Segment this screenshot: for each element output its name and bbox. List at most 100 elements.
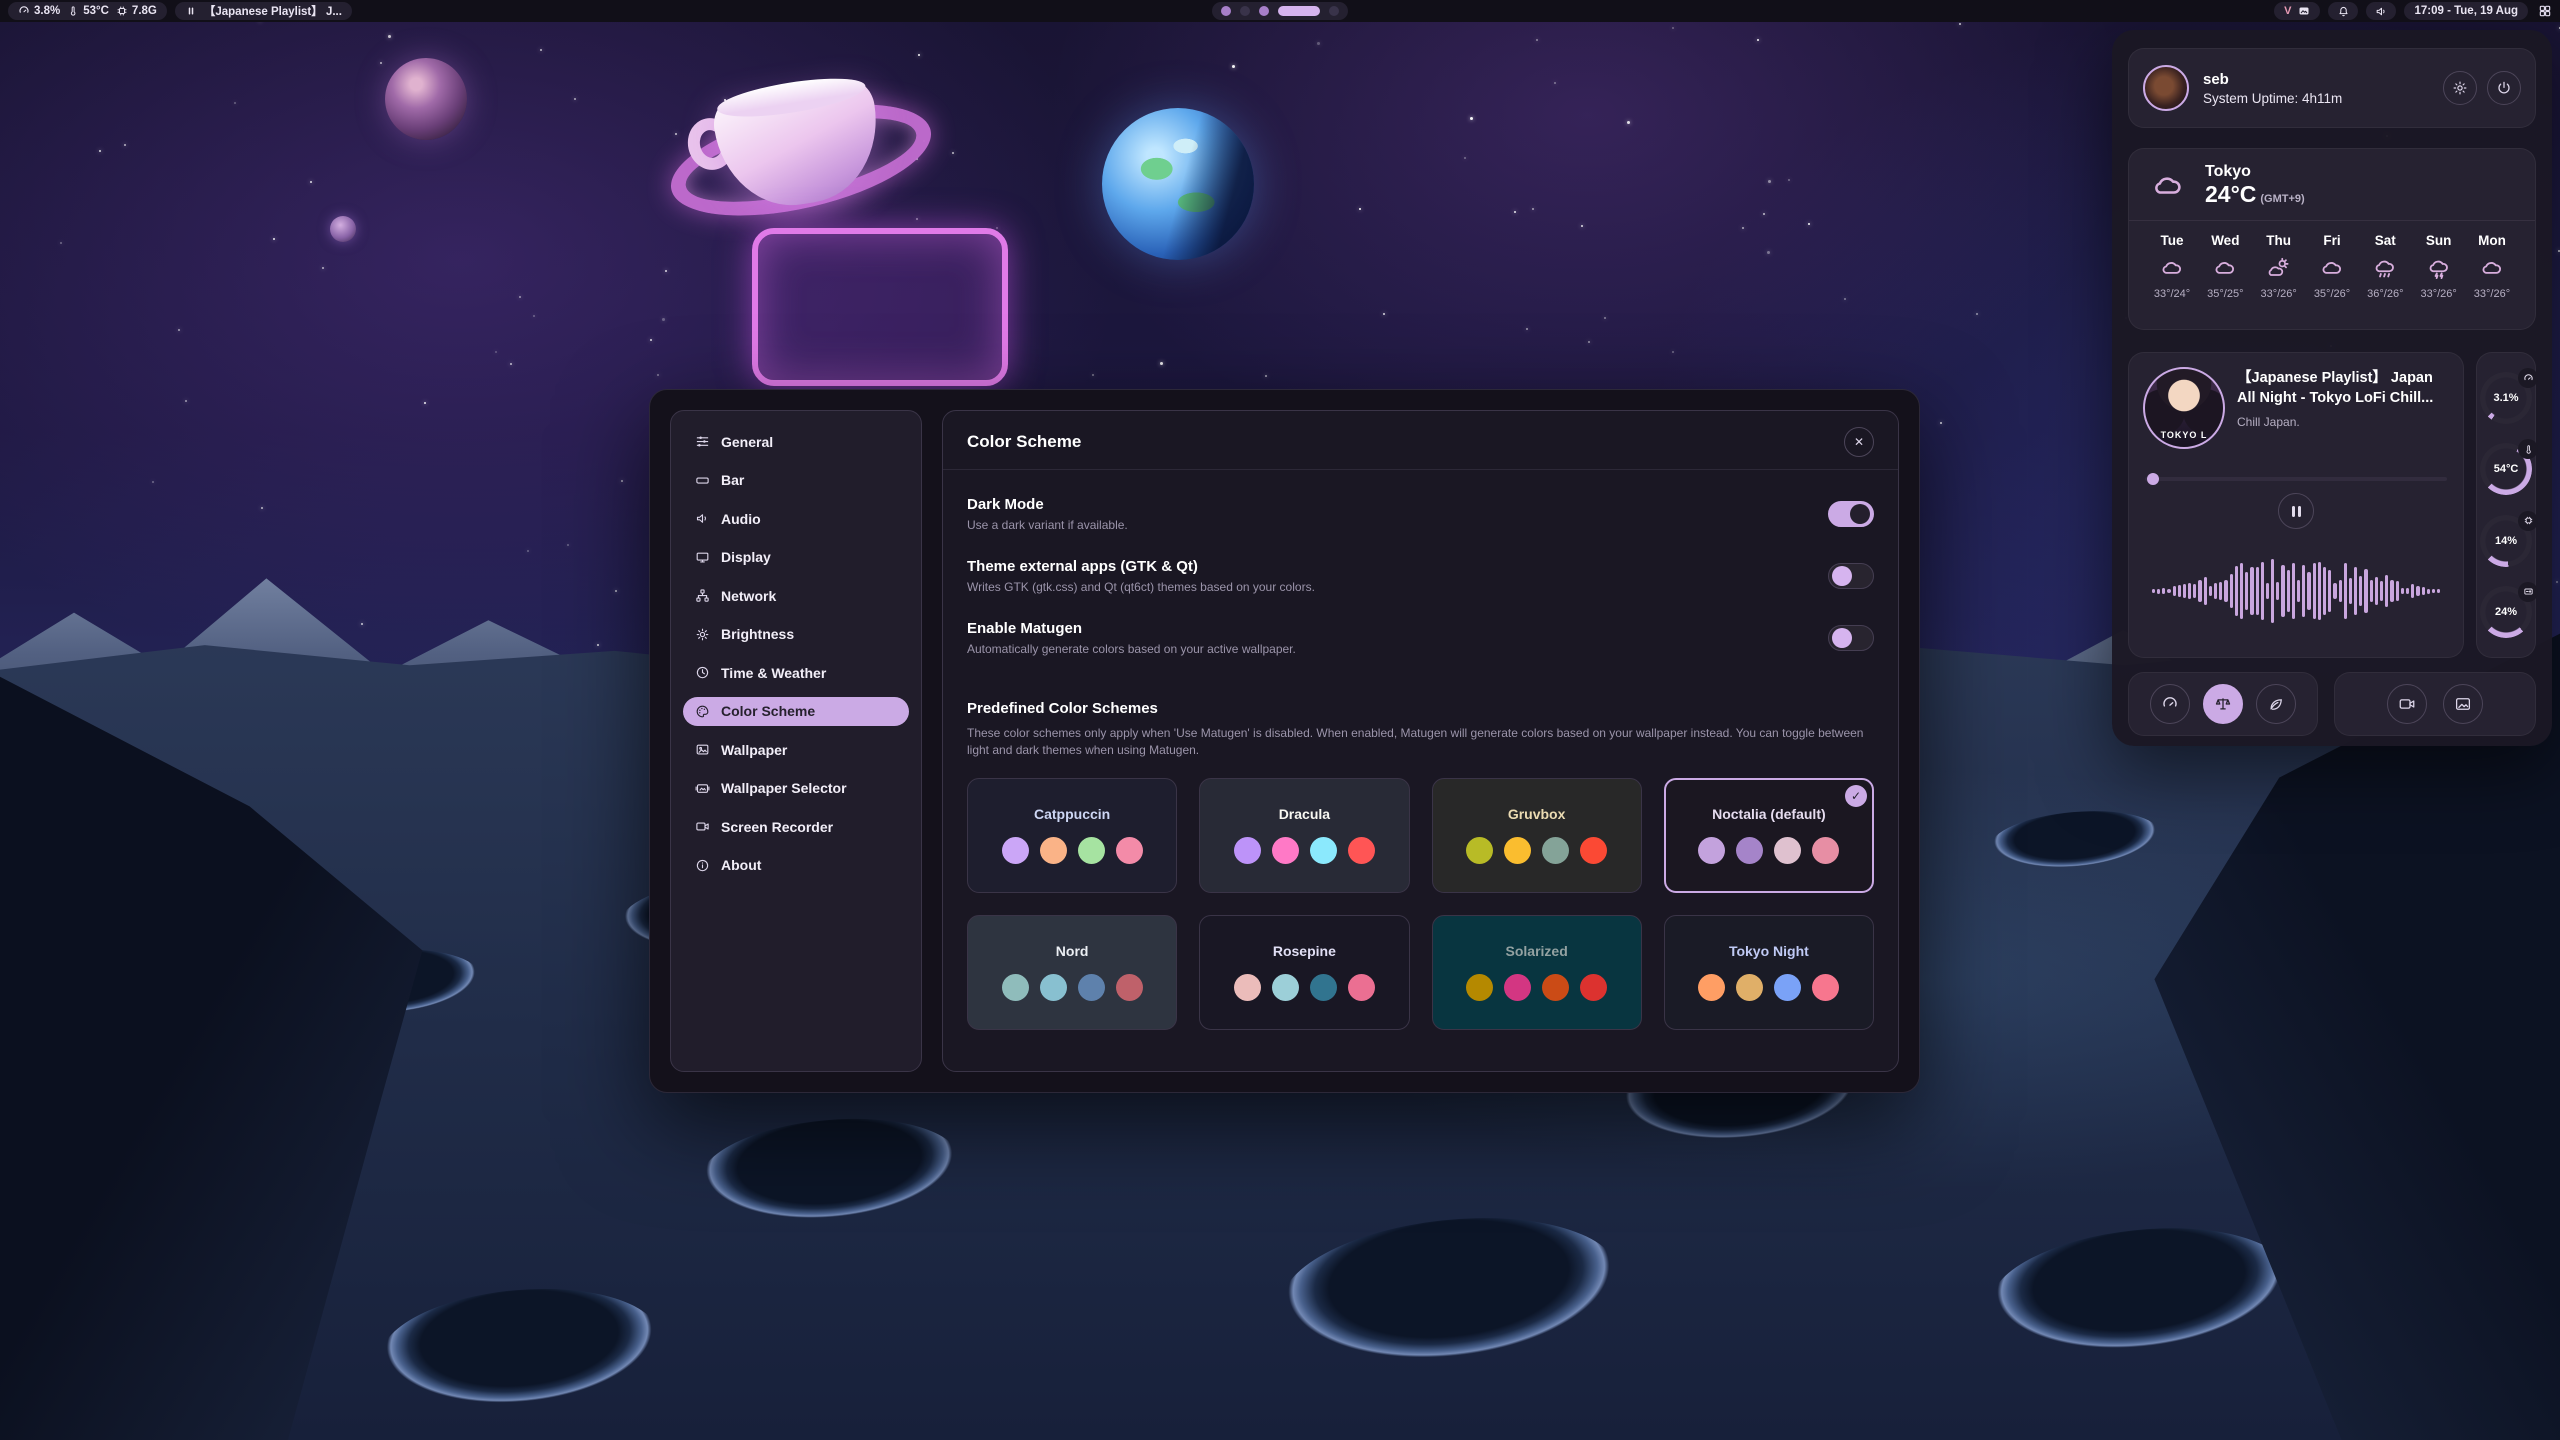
settings-sidebar: General Bar Audio Display Network Bright… xyxy=(670,410,922,1072)
sidebar-item-brightness[interactable]: Brightness xyxy=(683,620,909,649)
tray-app-icon[interactable]: V xyxy=(2284,5,2291,17)
viz-bar xyxy=(2152,589,2155,593)
color-swatch xyxy=(1580,837,1607,864)
dashboard-icon[interactable] xyxy=(2538,4,2552,18)
star xyxy=(178,329,180,331)
star xyxy=(1554,82,1556,84)
star xyxy=(1757,39,1759,41)
workspace-dot-empty[interactable] xyxy=(1240,6,1250,16)
viz-bar xyxy=(2188,583,2191,599)
scheme-card-tokyo-night[interactable]: Tokyo Night✓ xyxy=(1664,915,1874,1030)
scheme-swatches xyxy=(1234,974,1375,1001)
system-tray[interactable]: V xyxy=(2274,2,2320,20)
star xyxy=(185,400,187,402)
weather-icon xyxy=(2426,255,2452,281)
scheme-card-rosepine[interactable]: Rosepine✓ xyxy=(1199,915,1409,1030)
workspace-dot-empty[interactable] xyxy=(1329,6,1339,16)
star xyxy=(996,227,998,229)
volume-button[interactable] xyxy=(2366,2,2396,20)
toggle-knob xyxy=(1850,504,1870,524)
weather-icon xyxy=(2479,255,2505,281)
sidebar-item-wallpaper[interactable]: Wallpaper xyxy=(683,735,909,764)
pause-icon xyxy=(185,5,197,17)
workspace-indicator[interactable] xyxy=(1212,2,1348,20)
sidebar-item-bar[interactable]: Bar xyxy=(683,466,909,495)
image-icon xyxy=(2454,695,2472,713)
settings-window: General Bar Audio Display Network Bright… xyxy=(649,389,1920,1093)
workspace-dot-active[interactable] xyxy=(1278,6,1320,16)
media-chip[interactable]: 【Japanese Playlist】 J... xyxy=(175,2,352,20)
sidebar-item-network[interactable]: Network xyxy=(683,581,909,610)
scheme-card-noctalia[interactable]: Noctalia (default)✓ xyxy=(1664,778,1874,893)
color-swatch xyxy=(1348,974,1375,1001)
sidebar-item-color-scheme[interactable]: Color Scheme xyxy=(683,697,909,726)
power-button[interactable] xyxy=(2487,71,2521,105)
enable-matugen-toggle[interactable] xyxy=(1828,625,1874,651)
sidebar-item-general[interactable]: General xyxy=(683,427,909,456)
star xyxy=(388,35,391,38)
viz-bar xyxy=(2297,580,2300,602)
workspace-dot-occupied[interactable] xyxy=(1259,6,1269,16)
neon-sign xyxy=(752,228,1008,386)
notifications-button[interactable] xyxy=(2328,2,2358,20)
pause-icon xyxy=(2292,506,2295,517)
powersave-profile-button[interactable] xyxy=(2256,684,2296,724)
color-swatch xyxy=(1078,837,1105,864)
disk-icon xyxy=(2518,582,2538,602)
scheme-card-dracula[interactable]: Dracula✓ xyxy=(1199,778,1409,893)
balanced-profile-button[interactable] xyxy=(2203,684,2243,724)
viz-bar xyxy=(2380,581,2383,602)
sidebar-item-screen-recorder[interactable]: Screen Recorder xyxy=(683,812,909,841)
scheme-card-gruvbox[interactable]: Gruvbox✓ xyxy=(1432,778,1642,893)
star xyxy=(662,318,665,321)
color-swatch xyxy=(1348,837,1375,864)
progress-knob[interactable] xyxy=(2147,473,2159,485)
sidebar-label: Display xyxy=(721,549,771,565)
close-button[interactable]: ✕ xyxy=(1844,427,1874,457)
screen-record-button[interactable] xyxy=(2387,684,2427,724)
viz-bar xyxy=(2266,583,2269,600)
toggle-knob xyxy=(1832,628,1852,648)
color-swatch xyxy=(1504,974,1531,1001)
star xyxy=(361,623,363,625)
weather-city: Tokyo xyxy=(2205,163,2305,181)
star xyxy=(1672,351,1674,353)
star xyxy=(1763,213,1765,215)
wallpaper-tray-icon[interactable] xyxy=(2298,5,2310,17)
clock-pill[interactable]: 17:09 - Tue, 19 Aug xyxy=(2404,2,2528,20)
star xyxy=(1514,211,1516,213)
system-uptime: System Uptime: 4h11m xyxy=(2203,91,2342,106)
workspace-dot-occupied[interactable] xyxy=(1221,6,1231,16)
sidebar-item-audio[interactable]: Audio xyxy=(683,504,909,533)
progress-bar[interactable] xyxy=(2145,477,2447,481)
sidebar-item-display[interactable]: Display xyxy=(683,543,909,572)
system-stats-pill[interactable]: 3.8% 53°C 7.8G xyxy=(8,2,167,20)
sidebar-item-wallpaper-selector[interactable]: Wallpaper Selector xyxy=(683,774,909,803)
crater xyxy=(696,1109,964,1231)
settings-button[interactable] xyxy=(2443,71,2477,105)
color-swatch xyxy=(1272,974,1299,1001)
viz-bar xyxy=(2349,578,2352,604)
theme-external-toggle[interactable] xyxy=(1828,563,1874,589)
viz-bar xyxy=(2193,584,2196,598)
viz-bar xyxy=(2406,588,2409,594)
gauge-memory: 14% xyxy=(2480,515,2532,567)
scheme-card-solarized[interactable]: Solarized✓ xyxy=(1432,915,1642,1030)
star xyxy=(1959,23,1961,25)
dark-mode-toggle[interactable] xyxy=(1828,501,1874,527)
color-swatch xyxy=(1234,974,1261,1001)
color-swatch xyxy=(1116,837,1143,864)
play-pause-button[interactable] xyxy=(2278,493,2314,529)
scheme-card-catppuccin[interactable]: Catppuccin✓ xyxy=(967,778,1177,893)
screenshot-button[interactable] xyxy=(2443,684,2483,724)
scheme-swatches xyxy=(1698,837,1839,864)
color-swatch xyxy=(1002,974,1029,1001)
performance-profile-button[interactable] xyxy=(2150,684,2190,724)
sidebar-item-about[interactable]: About xyxy=(683,851,909,880)
viz-bar xyxy=(2432,589,2435,594)
sidebar-item-time-weather[interactable]: Time & Weather xyxy=(683,658,909,687)
weather-icon xyxy=(2159,255,2185,281)
star xyxy=(1768,180,1771,183)
scheme-card-nord[interactable]: Nord✓ xyxy=(967,915,1177,1030)
star xyxy=(916,218,918,220)
